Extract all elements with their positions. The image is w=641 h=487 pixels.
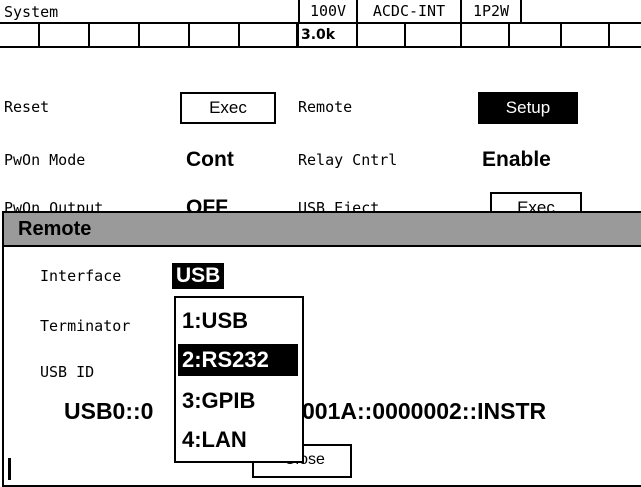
dropdown-option-gpib[interactable]: 3:GPIB: [178, 385, 298, 417]
remote-label: Remote: [298, 98, 353, 116]
softkey-13[interactable]: [608, 24, 641, 48]
dropdown-option-rs232[interactable]: 2:RS232: [178, 344, 298, 376]
softkey-9[interactable]: [404, 24, 460, 48]
dialog-title: Remote: [2, 211, 641, 247]
softkey-2[interactable]: [38, 24, 88, 48]
relay-control-value[interactable]: Enable: [482, 148, 551, 172]
pwon-mode-label: PwOn Mode: [4, 151, 86, 169]
interface-select[interactable]: USB: [172, 263, 225, 289]
pwon-mode-value[interactable]: Cont: [186, 148, 234, 172]
status-voltage-range: 100V: [298, 0, 356, 24]
usb-id-label: USB ID: [40, 363, 95, 381]
status-phase: 1P2W: [460, 0, 520, 24]
status-mode: System: [4, 3, 59, 21]
remote-setup-button[interactable]: Setup: [478, 92, 578, 124]
softkey-6[interactable]: [238, 24, 296, 48]
dropdown-option-lan[interactable]: 4:LAN: [178, 424, 298, 456]
status-empty-cell: [520, 0, 641, 24]
softkey-12[interactable]: [560, 24, 608, 48]
reset-exec-button[interactable]: Exec: [180, 92, 276, 124]
dropdown-option-usb[interactable]: 1:USB: [178, 305, 298, 337]
softkey-frequency[interactable]: 3.0k: [296, 24, 356, 48]
left-edge-marker: [8, 458, 11, 480]
usb-id-suffix: 001A::0000002::INSTR: [302, 398, 547, 424]
reset-label: Reset: [4, 98, 50, 116]
softkey-10[interactable]: [460, 24, 508, 48]
status-output-mode: ACDC-INT: [356, 0, 460, 24]
relay-control-label: Relay Cntrl: [298, 151, 398, 169]
terminator-label: Terminator: [40, 317, 131, 335]
softkey-1[interactable]: [0, 24, 38, 48]
softkey-4[interactable]: [138, 24, 188, 48]
softkey-11[interactable]: [508, 24, 560, 48]
interface-label: Interface: [40, 267, 122, 285]
usb-id-prefix: USB0::0: [64, 398, 154, 424]
softkey-5[interactable]: [188, 24, 238, 48]
softkey-3[interactable]: [88, 24, 138, 48]
softkey-8[interactable]: [356, 24, 404, 48]
